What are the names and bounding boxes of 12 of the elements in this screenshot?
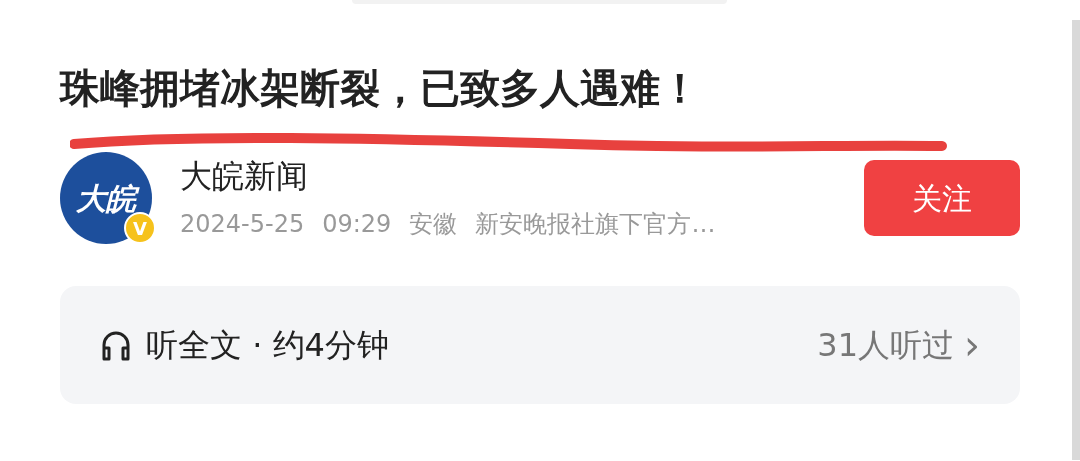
article-title: 珠峰拥堵冰架断裂，已致多人遇难！	[60, 64, 701, 113]
publish-time: 09:29	[322, 209, 392, 240]
listen-label: 听全文 · 约4分钟	[146, 325, 389, 366]
listen-bar[interactable]: 听全文 · 约4分钟 31人听过 ›	[60, 286, 1020, 404]
author-description: 新安晚报社旗下官方…	[475, 209, 716, 240]
publish-date: 2024-5-25	[180, 209, 305, 240]
verified-badge: V	[124, 212, 156, 244]
location: 安徽	[409, 209, 458, 240]
chevron-icon: ›	[964, 325, 980, 365]
author-name[interactable]: 大皖新闻	[180, 154, 864, 198]
follow-button[interactable]: 关注	[864, 160, 1020, 236]
listener-count: 31人听过	[817, 325, 954, 366]
